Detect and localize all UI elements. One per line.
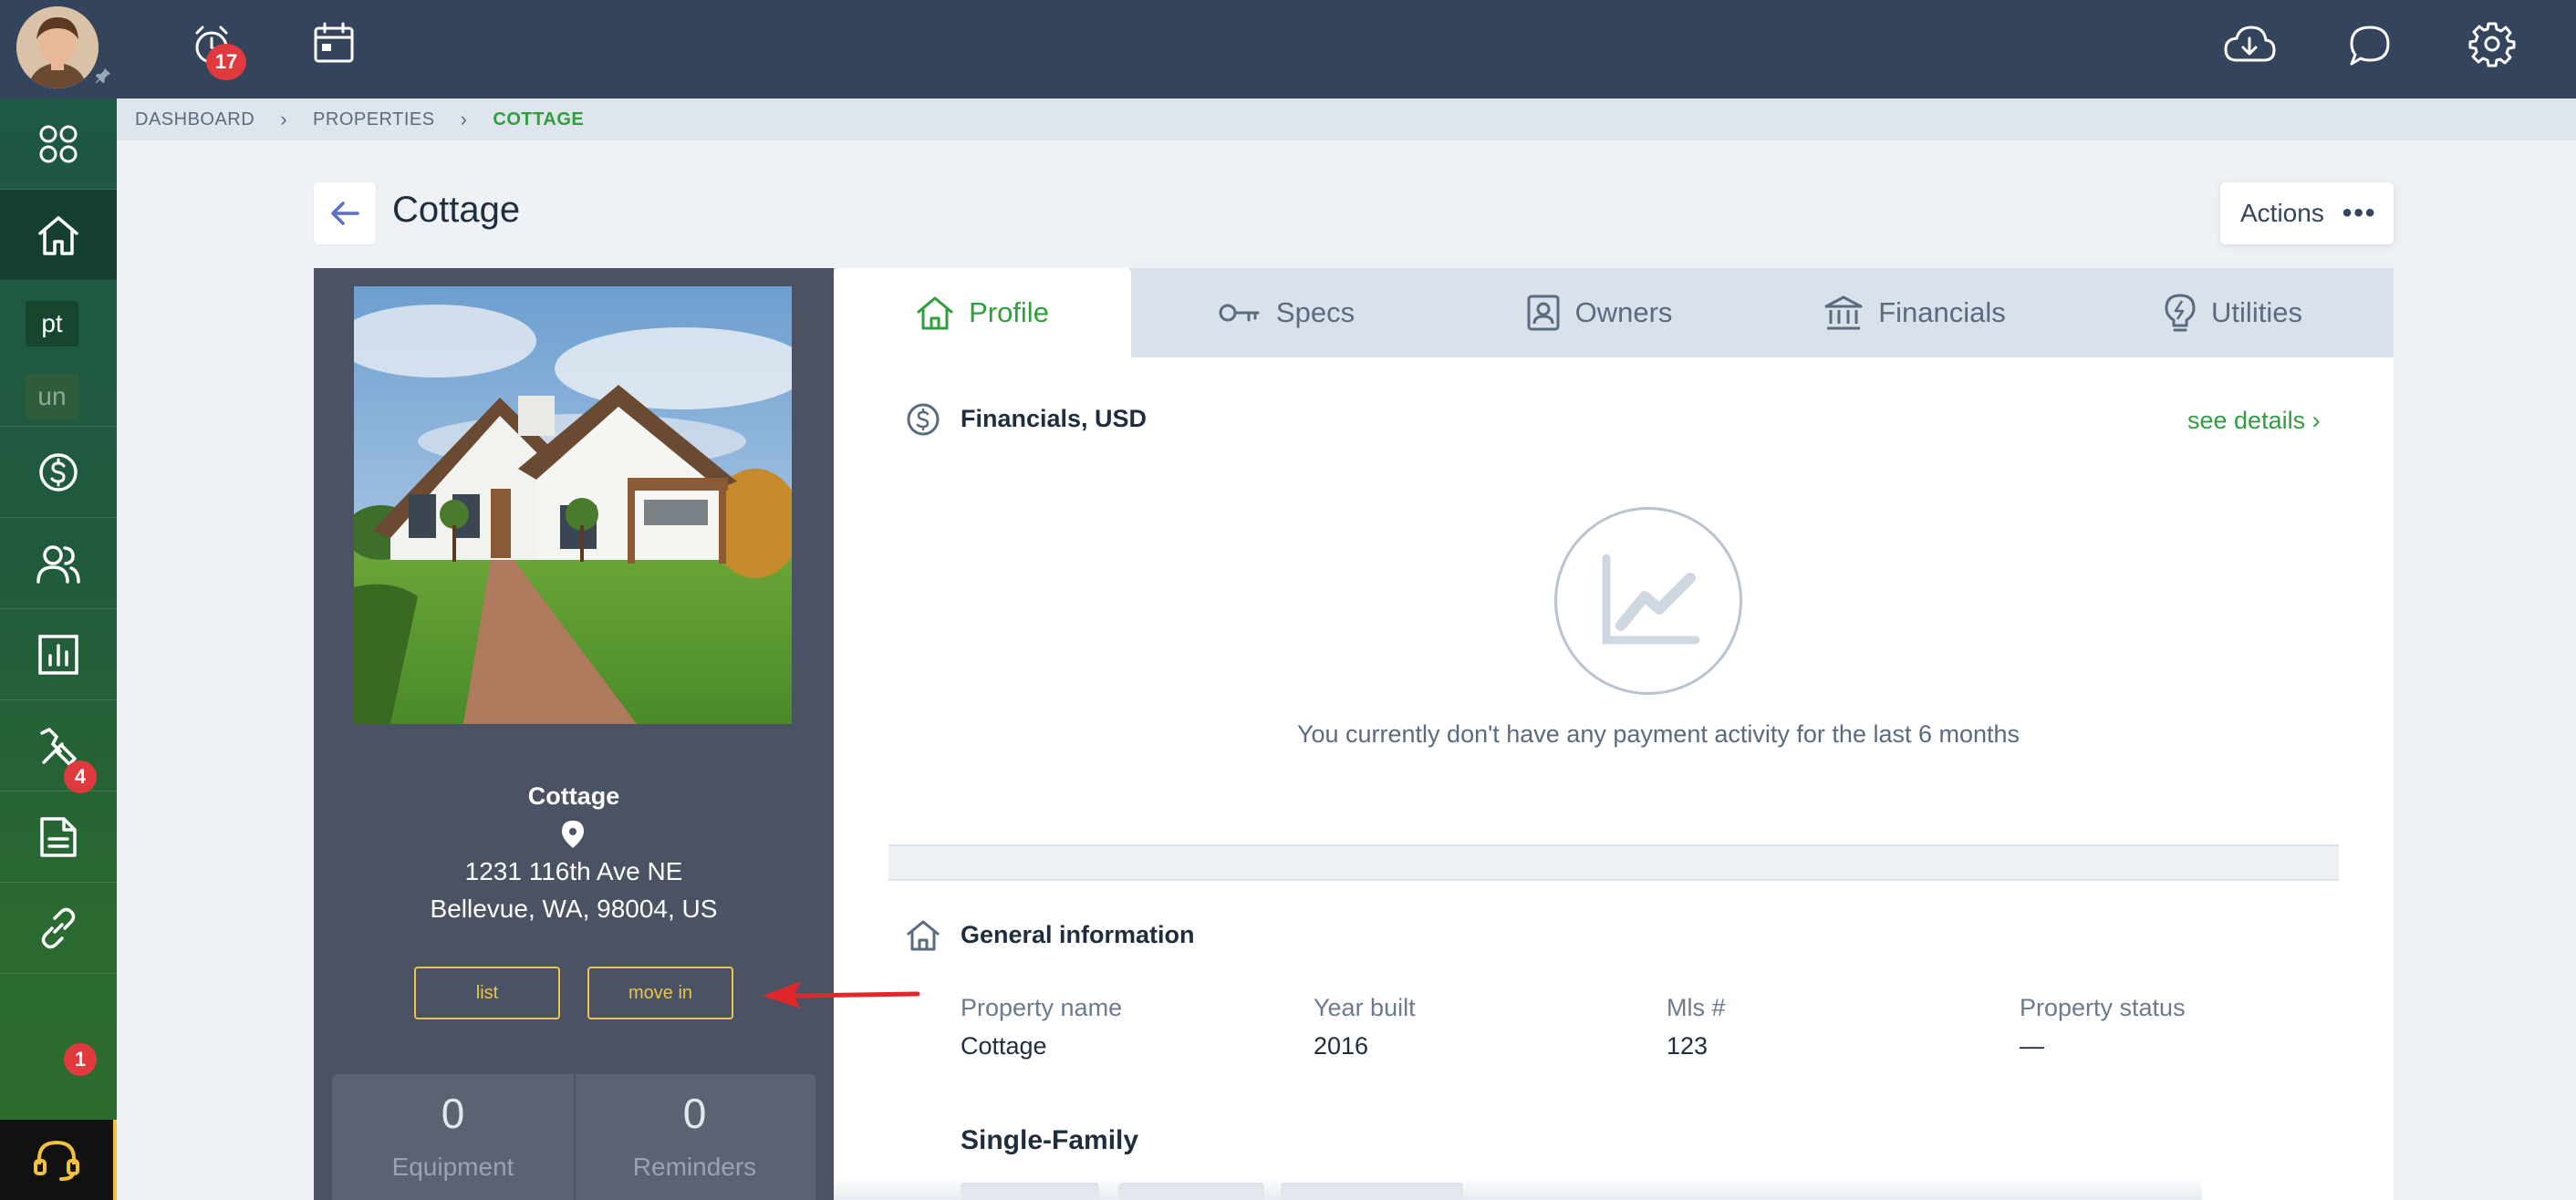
financials-title: Financials, USD bbox=[961, 405, 1148, 432]
sidebar-item-documents[interactable] bbox=[0, 791, 117, 883]
field-value-property-status: — bbox=[2020, 1032, 2044, 1060]
property-stats: 0 Equipment 0 Reminders bbox=[332, 1074, 815, 1200]
field-label-mls: Mls # bbox=[1667, 994, 1726, 1021]
tab-bar: Profile Specs Owners Financials Utilitie… bbox=[834, 268, 2394, 357]
lightbulb-icon bbox=[2165, 294, 2196, 332]
tab-label: Utilities bbox=[2211, 296, 2302, 328]
tab-label: Owners bbox=[1574, 296, 1673, 328]
home-icon bbox=[38, 215, 78, 255]
stat-value: 0 bbox=[682, 1090, 707, 1137]
key-icon bbox=[1219, 304, 1260, 322]
link-icon bbox=[41, 907, 76, 948]
property-type-heading: Single-Family bbox=[961, 1125, 1139, 1155]
sidebar-item-apps[interactable] bbox=[0, 98, 117, 190]
pin-icon[interactable] bbox=[93, 66, 113, 86]
empty-payments-message: You currently don't have any payment act… bbox=[1296, 720, 2020, 748]
tab-label: Specs bbox=[1275, 296, 1356, 328]
arrow-left-icon bbox=[331, 202, 359, 225]
field-label-property-name: Property name bbox=[961, 994, 1123, 1021]
breadcrumb-current: COTTAGE bbox=[493, 109, 585, 129]
sidebar-item-reports[interactable] bbox=[0, 609, 117, 700]
dollar-icon bbox=[39, 452, 78, 491]
calendar-icon[interactable] bbox=[310, 20, 358, 67]
list-button[interactable]: list bbox=[414, 967, 560, 1019]
tab-financials[interactable]: Financials bbox=[1757, 268, 2072, 357]
sidebar-nav: pt un 4 1 bbox=[0, 98, 117, 1200]
breadcrumb: DASHBOARD › PROPERTIES › COTTAGE bbox=[117, 98, 2576, 140]
sidebar-item-maintenance[interactable] bbox=[0, 700, 117, 791]
see-details-link[interactable]: see details › bbox=[2187, 407, 2321, 435]
field-label-property-status: Property status bbox=[2020, 994, 2186, 1021]
sidebar-shortcut-un[interactable]: un bbox=[26, 374, 78, 419]
chevron-right-icon: › bbox=[2311, 407, 2321, 434]
sidebar-item-financials[interactable] bbox=[0, 427, 117, 518]
tab-owners[interactable]: Owners bbox=[1441, 268, 1757, 357]
sidebar-shortcuts: pt un bbox=[0, 281, 117, 427]
line-chart-icon bbox=[1602, 553, 1700, 645]
apps-grid-icon bbox=[39, 125, 78, 162]
maintenance-badge: 4 bbox=[64, 760, 97, 793]
sidebar-shortcut-pt[interactable]: pt bbox=[26, 301, 78, 347]
stat-label: Equipment bbox=[391, 1153, 514, 1181]
stat-value: 0 bbox=[441, 1090, 465, 1137]
reports-icon bbox=[38, 634, 78, 675]
top-bar: 17 bbox=[0, 0, 2576, 98]
sidebar-item-home[interactable] bbox=[0, 190, 117, 281]
bottom-shadow bbox=[834, 1176, 2202, 1200]
home-icon bbox=[917, 296, 953, 330]
property-photo[interactable] bbox=[354, 286, 792, 724]
tab-label: Profile bbox=[969, 296, 1049, 328]
tab-utilities[interactable]: Utilities bbox=[2072, 268, 2394, 357]
dollar-circle-icon bbox=[907, 403, 940, 436]
page-title: Cottage bbox=[392, 190, 521, 230]
property-name: Cottage bbox=[527, 782, 620, 810]
property-details-panel: Profile Specs Owners Financials Utilitie… bbox=[834, 268, 2394, 1200]
owner-badge-icon bbox=[1527, 295, 1560, 331]
home-outline-icon bbox=[907, 920, 940, 951]
back-button[interactable] bbox=[314, 182, 376, 244]
tab-label: Financials bbox=[1878, 296, 2006, 328]
chevron-right-icon: › bbox=[280, 108, 288, 130]
section-divider bbox=[888, 844, 2339, 881]
move-in-button[interactable]: move in bbox=[587, 967, 733, 1019]
property-address-line2: Bellevue, WA, 98004, US bbox=[430, 895, 718, 923]
see-details-label: see details bbox=[2187, 407, 2306, 434]
bank-icon bbox=[1824, 295, 1863, 330]
stat-equipment[interactable]: 0 Equipment bbox=[332, 1074, 574, 1200]
map-pin-icon bbox=[562, 821, 584, 848]
tab-profile[interactable]: Profile bbox=[834, 268, 1131, 357]
gear-icon[interactable] bbox=[2468, 20, 2516, 67]
cloud-download-icon[interactable] bbox=[2222, 20, 2277, 71]
field-value-year-built: 2016 bbox=[1314, 1032, 1369, 1060]
people-icon bbox=[36, 544, 80, 584]
empty-chart-placeholder bbox=[1554, 507, 1742, 695]
tab-specs[interactable]: Specs bbox=[1131, 268, 1441, 357]
links-badge: 1 bbox=[64, 1043, 97, 1076]
more-dots-icon: ••• bbox=[2342, 198, 2377, 228]
chevron-right-icon: › bbox=[460, 108, 468, 130]
sidebar-support-button[interactable] bbox=[0, 1120, 117, 1200]
breadcrumb-properties[interactable]: PROPERTIES bbox=[313, 109, 435, 130]
breadcrumb-dashboard[interactable]: DASHBOARD bbox=[135, 109, 254, 130]
stat-label: Reminders bbox=[632, 1153, 757, 1181]
sidebar-item-links[interactable] bbox=[0, 883, 117, 974]
annotation-arrow-icon bbox=[763, 981, 920, 1009]
alarm-badge: 17 bbox=[206, 44, 246, 80]
field-label-year-built: Year built bbox=[1314, 994, 1416, 1021]
property-summary-card: Cottage 1231 116th Ave NE Bellevue, WA, … bbox=[314, 268, 834, 1200]
sidebar-item-people[interactable] bbox=[0, 518, 117, 609]
actions-button[interactable]: Actions ••• bbox=[2220, 182, 2394, 244]
headset-icon bbox=[34, 1140, 79, 1181]
field-value-property-name: Cottage bbox=[961, 1032, 1047, 1060]
field-value-mls: 123 bbox=[1667, 1032, 1709, 1060]
chat-icon[interactable] bbox=[2346, 22, 2394, 69]
document-icon bbox=[40, 816, 77, 857]
stat-reminders[interactable]: 0 Reminders bbox=[574, 1074, 815, 1200]
actions-label: Actions bbox=[2240, 199, 2324, 227]
general-info-title: General information bbox=[961, 921, 1195, 948]
user-avatar[interactable] bbox=[16, 6, 99, 88]
property-address-line1: 1231 116th Ave NE bbox=[464, 857, 683, 885]
